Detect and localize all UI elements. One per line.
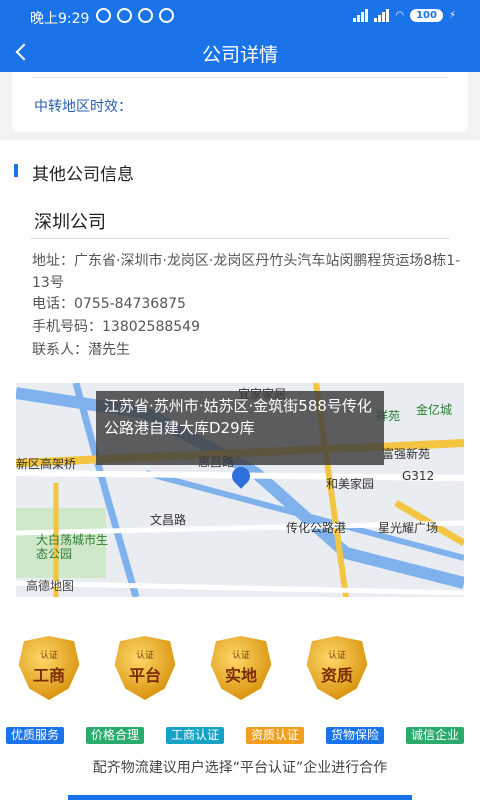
- badge-small: 认证: [231, 651, 250, 661]
- map-label: 文昌路: [150, 513, 187, 527]
- tag: 优质服务: [6, 727, 65, 744]
- status-bar: 晚上9:29 ◠ 100 ⚡: [0, 0, 480, 32]
- signal-icon: [374, 8, 390, 22]
- mobile-row: 手机号码：13802588549: [32, 316, 472, 338]
- mobile-value[interactable]: 13802588549: [102, 319, 200, 335]
- map-address-popup: 江苏省·苏州市·姑苏区·金筑街588号传化公路港自建大库D29库: [96, 391, 384, 465]
- platform-cert-notice: 配齐物流建议用户选择“平台认证”企业进行合作: [92, 760, 388, 776]
- alarm-icon: [117, 8, 132, 23]
- badge-label: 资质: [320, 666, 353, 685]
- company-name: 深圳公司: [34, 212, 106, 233]
- map-label: G312: [402, 469, 435, 483]
- phone-row: 电话：0755-84736875: [32, 293, 472, 315]
- section-title: 其他公司信息: [32, 165, 134, 185]
- charging-icon: ⚡: [448, 9, 456, 21]
- service-tags: 优质服务 价格合理 工商认证 资质认证 货物保险 诚信企业: [6, 727, 476, 745]
- wifi-icon: ◠: [395, 9, 405, 21]
- badge-small: 认证: [327, 651, 346, 661]
- contact-label: 联系人：: [32, 342, 88, 358]
- map-label: 富强新苑: [382, 447, 431, 461]
- badge-label: 工商: [32, 666, 65, 685]
- badge-label: 实地: [224, 666, 257, 685]
- badge-business: 认证 工商: [16, 636, 82, 700]
- signal-icon: [353, 8, 369, 22]
- address-label: 地址：: [32, 253, 74, 269]
- badge-label: 平台: [128, 666, 161, 685]
- status-right: ◠ 100 ⚡: [353, 8, 456, 22]
- map-provider-logo: 高德地图: [26, 579, 75, 593]
- badge-onsite: 认证 实地: [208, 636, 274, 700]
- tag: 资质认证: [246, 727, 305, 744]
- address-value: 广东省·深圳市·龙岗区·龙岗区丹竹头汽车站闵鹏程货运场8栋1-13号: [32, 253, 461, 291]
- mobile-label: 手机号码：: [32, 319, 102, 335]
- map-label: 和美家园: [326, 477, 375, 491]
- contact-row: 联系人：潜先生: [32, 339, 472, 361]
- status-time: 晚上9:29: [30, 11, 90, 27]
- phone-label: 电话：: [32, 296, 74, 312]
- badge-qualification: 认证 资质: [304, 636, 370, 700]
- tag: 货物保险: [326, 727, 385, 744]
- location-map[interactable]: 宜家家居 金亿城 祥苑 惠昌路 富强新苑 新区高架桥 和美家园 G312 文昌路…: [16, 383, 464, 597]
- badge-platform: 认证 平台: [112, 636, 178, 700]
- certification-badges: 认证 工商 认证 平台 认证 实地 认证 资质: [0, 636, 480, 704]
- tag: 诚信企业: [406, 727, 465, 744]
- badge-small: 认证: [39, 651, 58, 661]
- map-label: 新区高架桥: [16, 457, 77, 471]
- map-label: 星光耀广场: [378, 521, 439, 535]
- tag: 价格合理: [86, 727, 145, 744]
- map-label: 大白荡城市生态公园: [36, 533, 109, 561]
- circle-icon: [159, 8, 174, 23]
- circle-icon: [138, 8, 153, 23]
- battery-indicator: 100: [410, 8, 443, 22]
- transit-label: 中转地区时效：: [34, 99, 132, 115]
- nav-bar: 公司详情: [0, 32, 480, 72]
- status-icons: [96, 8, 174, 23]
- phone-value[interactable]: 0755-84736875: [74, 296, 186, 312]
- other-company-section: 其他公司信息 深圳公司 地址：广东省·深圳市·龙岗区·龙岗区丹竹头汽车站闵鹏程货…: [0, 140, 480, 800]
- map-label: 传化公路港: [286, 521, 347, 535]
- sync-off-icon: [96, 8, 111, 23]
- divider: [30, 238, 450, 239]
- page-title: 公司详情: [201, 44, 278, 66]
- map-label: 金亿城: [416, 403, 453, 417]
- tag: 工商认证: [166, 727, 225, 744]
- divider: [32, 77, 448, 78]
- section-accent: [14, 164, 18, 177]
- transit-card: 中转地区时效：: [12, 72, 468, 132]
- badge-small: 认证: [135, 651, 154, 661]
- address-row: 地址：广东省·深圳市·龙岗区·龙岗区丹竹头汽车站闵鹏程货运场8栋1-13号: [32, 250, 472, 294]
- bottom-action-bar[interactable]: [68, 795, 412, 800]
- contact-value: 潜先生: [88, 342, 130, 358]
